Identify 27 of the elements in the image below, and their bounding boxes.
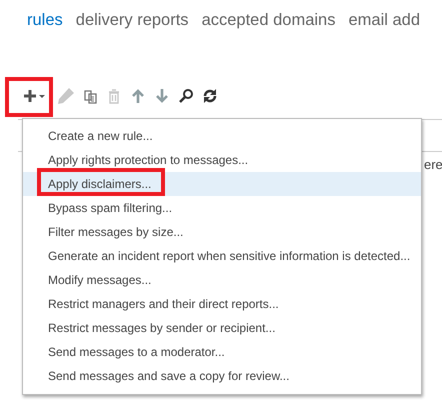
menu-item[interactable]: Send messages and save a copy for review...: [23, 364, 421, 388]
up-arrow-icon: [130, 88, 146, 104]
down-arrow-icon: [154, 88, 170, 104]
search-icon: [178, 88, 194, 104]
table-text: ere: [424, 157, 442, 172]
menu-item[interactable]: Filter messages by size...: [23, 220, 421, 244]
copy-icon: [82, 88, 98, 104]
menu-item[interactable]: Create a new rule...: [23, 124, 421, 148]
plus-icon: [22, 88, 46, 104]
pencil-icon: [58, 88, 74, 104]
trash-icon: [106, 88, 122, 104]
menu-item[interactable]: Restrict messages by sender or recipient...: [23, 316, 421, 340]
menu-item[interactable]: Apply rights protection to messages...: [23, 148, 421, 172]
tab[interactable]: accepted domains: [202, 11, 336, 30]
toolbar-button[interactable]: [202, 88, 218, 104]
tab[interactable]: rules: [27, 11, 63, 30]
refresh-icon: [202, 88, 218, 104]
tab[interactable]: delivery reports: [76, 11, 189, 30]
toolbar-button[interactable]: [178, 88, 194, 104]
tab[interactable]: email add: [348, 11, 420, 30]
menu-item[interactable]: Restrict managers and their direct reports...: [23, 292, 421, 316]
menu-item[interactable]: Modify messages...: [23, 268, 421, 292]
menu-item[interactable]: Bypass spam filtering...: [23, 196, 421, 220]
menu-item[interactable]: Generate an incident report when sensitive information is detected...: [23, 244, 421, 268]
menu-item[interactable]: Apply disclaimers...: [23, 172, 421, 196]
add-button[interactable]: [22, 88, 46, 104]
menu-item[interactable]: Send messages to a moderator...: [23, 340, 421, 364]
